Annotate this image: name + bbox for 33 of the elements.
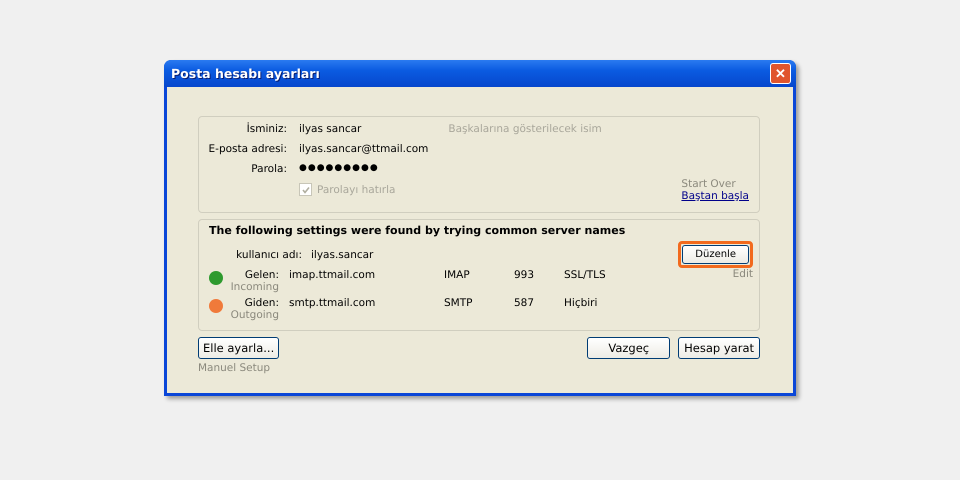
server-security: SSL/TLS [564, 269, 607, 281]
cancel-button[interactable]: Vazgeç [587, 337, 670, 359]
create-account-button[interactable]: Hesap yarat [678, 337, 760, 359]
server-caption: Outgoing [230, 309, 279, 321]
field-label: Parola: [250, 163, 287, 175]
username-label: kullanıcı adı: [235, 249, 303, 261]
server-protocol: SMTP [444, 297, 474, 309]
server-caption: Incoming [230, 281, 279, 293]
edit-button[interactable]: Düzenle [682, 245, 749, 264]
server-protocol: IMAP [444, 269, 471, 281]
server-heading: The following settings were found by trying common server names [209, 224, 626, 237]
server-port: 993 [514, 269, 536, 281]
manual-setup-button[interactable]: Elle ayarla... [198, 337, 280, 359]
start-over-caption: Start Over [681, 178, 737, 190]
window-title: Posta hesabı ayarları [171, 66, 320, 81]
close-button[interactable]: ✕ [770, 63, 791, 84]
field-label: E-posta adresi: [208, 143, 287, 155]
server-host: smtp.ttmail.com [289, 297, 376, 309]
start-over-link[interactable]: Baştan başla [681, 190, 749, 202]
server-label: Giden: [244, 297, 279, 309]
manual-setup-caption: Manuel Setup [198, 362, 272, 374]
server-host: imap.ttmail.com [289, 269, 376, 281]
username-value: ilyas.sancar [311, 249, 374, 261]
password-value[interactable]: ●●●●●●●●● [299, 163, 428, 175]
server-port: 587 [514, 297, 536, 309]
field-hint: Başkalarına gösterilecek isim [447, 123, 602, 135]
checkmark-icon [302, 186, 310, 194]
server-label: Gelen: [244, 269, 279, 281]
field-label: İsminiz: [246, 123, 287, 135]
edit-caption: Edit [732, 268, 753, 280]
field-value[interactable]: ilyas.sancar@ttmail.com [299, 143, 428, 155]
server-security: Hiçbiri [564, 297, 598, 309]
field-value[interactable]: ilyas sancar [299, 123, 428, 135]
